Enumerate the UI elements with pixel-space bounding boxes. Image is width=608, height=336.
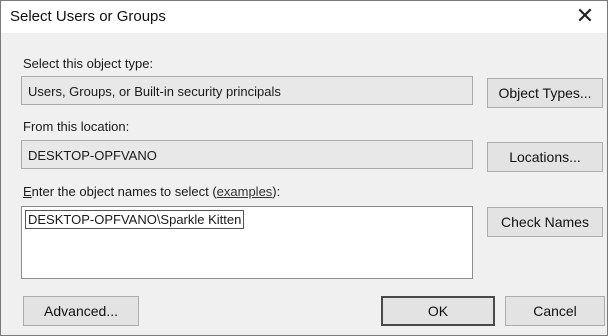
locations-button[interactable]: Locations... <box>487 142 603 172</box>
close-icon[interactable]: ✕ <box>563 1 607 33</box>
object-names-label-text: nter the object names to select ( <box>31 184 217 199</box>
title-bar[interactable]: Select Users or Groups ✕ <box>1 1 607 33</box>
object-name-entry[interactable]: DESKTOP-OPFVANO\Sparkle Kitten <box>25 210 245 229</box>
examples-link[interactable]: examples <box>217 184 273 199</box>
location-label: From this location: <box>23 119 130 134</box>
location-field: DESKTOP-OPFVANO <box>21 140 473 169</box>
dialog-title: Select Users or Groups <box>10 8 166 25</box>
object-names-label-accesskey: E <box>23 184 32 199</box>
ok-button[interactable]: OK <box>381 296 495 326</box>
advanced-button[interactable]: Advanced... <box>23 296 139 326</box>
object-types-button[interactable]: Object Types... <box>487 78 603 108</box>
select-users-dialog: Select Users or Groups ✕ Select this obj… <box>0 0 608 336</box>
object-names-label-end: ): <box>272 184 281 199</box>
object-type-field: Users, Groups, or Built-in security prin… <box>21 76 473 105</box>
object-names-input[interactable]: DESKTOP-OPFVANO\Sparkle Kitten <box>21 206 473 279</box>
object-type-label: Select this object type: <box>23 56 154 71</box>
check-names-button[interactable]: Check Names <box>487 207 603 237</box>
cancel-button[interactable]: Cancel <box>505 296 605 326</box>
object-names-label: Enter the object names to select (exampl… <box>23 184 280 199</box>
